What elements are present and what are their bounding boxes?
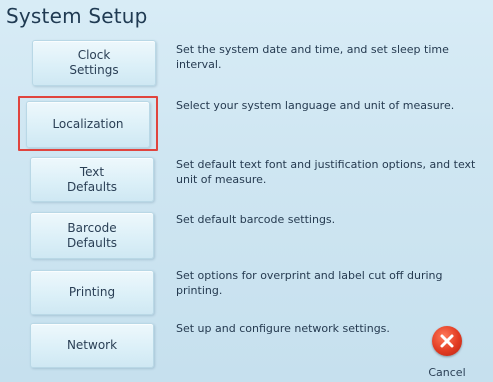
printing-label: Printing [68, 285, 116, 299]
barcode-defaults-description: Set default barcode settings. [176, 213, 336, 226]
barcode-defaults-label: Barcode Defaults [66, 220, 118, 250]
network-button[interactable]: Network [30, 323, 154, 368]
cancel-label: Cancel [428, 366, 466, 379]
cancel-button[interactable]: Cancel [422, 326, 472, 380]
barcode-defaults-button[interactable]: Barcode Defaults [30, 212, 154, 259]
text-defaults-button[interactable]: Text Defaults [30, 157, 154, 202]
localization-label: Localization [52, 117, 124, 131]
x-icon [432, 326, 462, 356]
localization-button[interactable]: Localization [26, 101, 150, 148]
printing-description: Set options for overprint and label cut … [176, 269, 443, 297]
page-title: System Setup [6, 4, 148, 28]
clock-settings-label: Clock Settings [69, 48, 119, 77]
clock-settings-description: Set the system date and time, and set sl… [176, 43, 449, 71]
network-label: Network [66, 338, 118, 352]
clock-settings-button[interactable]: Clock Settings [32, 40, 156, 86]
text-defaults-label: Text Defaults [66, 164, 118, 194]
printing-button[interactable]: Printing [30, 270, 154, 315]
localization-description: Select your system language and unit of … [176, 99, 455, 112]
text-defaults-description: Set default text font and justification … [176, 158, 476, 186]
